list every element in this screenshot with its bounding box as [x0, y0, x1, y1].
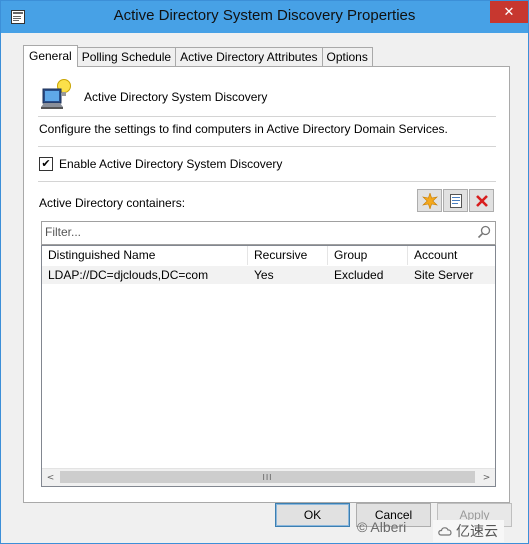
delete-container-button[interactable] — [469, 189, 494, 212]
tab-general[interactable]: General — [23, 45, 78, 67]
cell-distinguished-name: LDAP://DC=djclouds,DC=com — [48, 268, 209, 282]
checkbox-divider — [38, 181, 496, 182]
scroll-right-button[interactable]: > — [478, 469, 495, 486]
containers-label: Active Directory containers: — [39, 196, 186, 210]
tab-polling-schedule[interactable]: Polling Schedule — [76, 47, 177, 67]
scroll-left-button[interactable]: < — [42, 469, 59, 486]
discovery-heading: Active Directory System Discovery — [84, 90, 268, 104]
column-header-distinguished-name[interactable]: Distinguished Name — [42, 246, 248, 265]
filter-box[interactable] — [41, 221, 496, 245]
containers-list[interactable]: Distinguished Name Recursive Group Accou… — [41, 245, 496, 487]
close-button[interactable]: ✕ — [490, 1, 528, 23]
dialog-client: General Polling Schedule Active Director… — [9, 33, 520, 535]
close-icon: ✕ — [503, 4, 515, 20]
tab-options[interactable]: Options — [321, 47, 373, 67]
delete-x-icon — [475, 194, 488, 207]
column-header-group[interactable]: Group — [328, 246, 408, 265]
properties-dialog: Active Directory System Discovery Proper… — [0, 0, 529, 544]
starburst-icon — [421, 192, 438, 209]
enable-discovery-checkbox[interactable]: ✔ — [39, 157, 53, 171]
search-icon[interactable] — [477, 225, 491, 239]
discovery-description: Configure the settings to find computers… — [39, 122, 448, 136]
ok-button[interactable]: OK — [275, 503, 350, 527]
discovery-computer-icon — [41, 79, 71, 109]
properties-icon — [449, 193, 462, 208]
description-divider — [38, 146, 496, 147]
scroll-left-icon: < — [46, 472, 55, 483]
tab-strip: General Polling Schedule Active Director… — [23, 45, 373, 67]
watermark-text: © Alberi — [357, 519, 406, 535]
enable-discovery-row[interactable]: ✔ Enable Active Directory System Discove… — [39, 157, 282, 171]
watermark-logo: 亿速云 — [433, 520, 504, 542]
heading-divider — [38, 116, 496, 117]
table-row[interactable]: LDAP://DC=djclouds,DC=com Yes Excluded S… — [42, 266, 495, 284]
thumb-grip-icon: III — [262, 472, 273, 482]
cell-recursive: Yes — [254, 268, 274, 282]
general-tab-panel: Active Directory System Discovery Config… — [23, 66, 510, 503]
watermark-label: © Alberi — [357, 519, 407, 535]
filter-input[interactable] — [45, 224, 465, 240]
enable-discovery-label: Enable Active Directory System Discovery — [59, 157, 283, 171]
horizontal-scrollbar[interactable]: < III > — [42, 468, 495, 486]
window-title: Active Directory System Discovery Proper… — [113, 7, 416, 24]
checkmark-icon: ✔ — [41, 157, 51, 170]
watermark-logo-text: 亿速云 — [456, 523, 498, 539]
new-container-button[interactable] — [417, 189, 442, 212]
cloud-logo-icon — [438, 527, 452, 536]
column-header-recursive[interactable]: Recursive — [248, 246, 328, 265]
scrollbar-thumb[interactable]: III — [60, 471, 475, 483]
cell-group: Excluded — [334, 268, 384, 282]
column-header-account[interactable]: Account — [408, 246, 495, 265]
tab-active-directory-attributes[interactable]: Active Directory Attributes — [175, 47, 323, 67]
list-column-headers: Distinguished Name Recursive Group Accou… — [42, 246, 495, 265]
title-bar[interactable]: Active Directory System Discovery Proper… — [1, 1, 528, 33]
scroll-right-icon: > — [482, 472, 491, 483]
cell-account: Site Server — [414, 268, 474, 282]
container-properties-button[interactable] — [443, 189, 468, 212]
